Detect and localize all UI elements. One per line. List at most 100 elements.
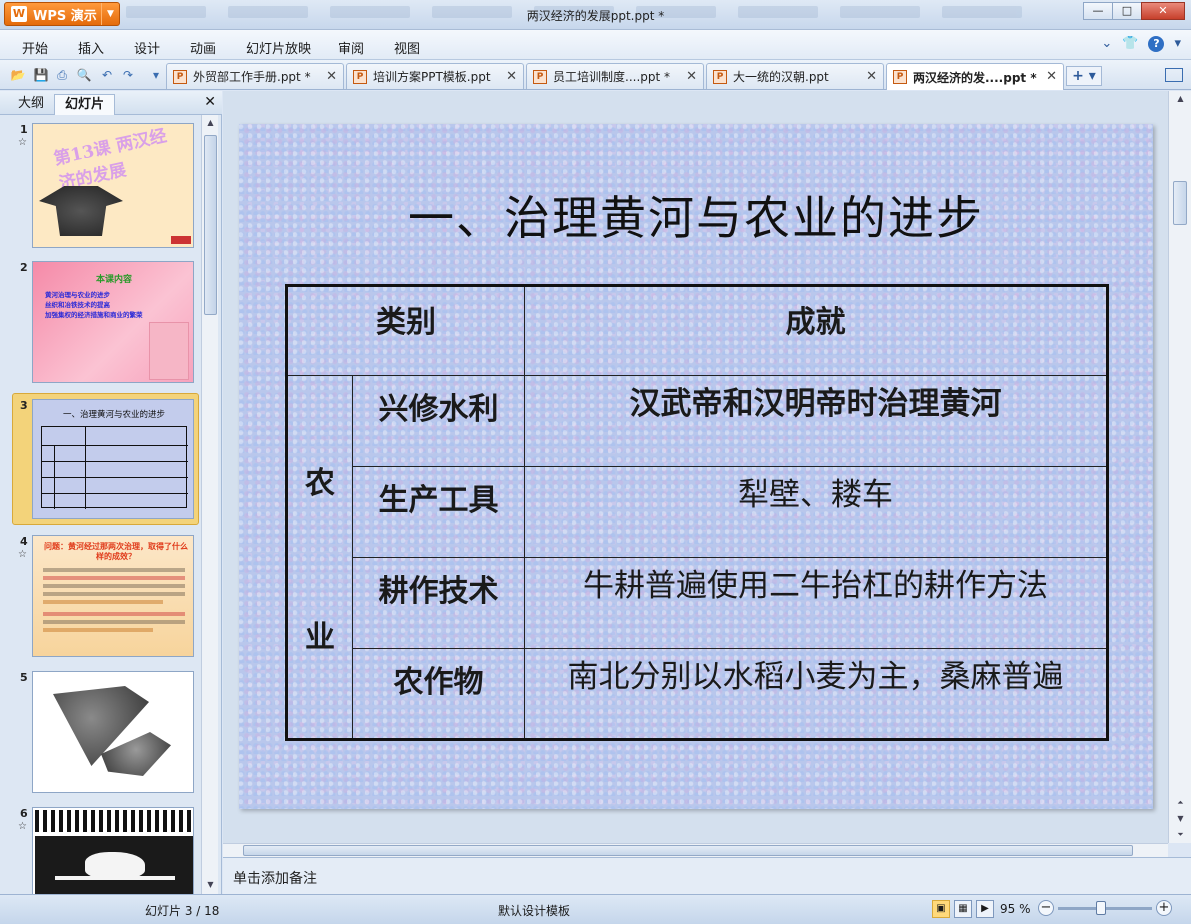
row-value[interactable]: 牛耕普遍使用二牛抬杠的耕作方法: [524, 557, 1108, 649]
slide-thumb-4[interactable]: 问题：黄河经过那两次治理，取得了什么样的成效？: [32, 535, 194, 657]
menu-design[interactable]: 设计: [134, 38, 160, 57]
close-panel-icon[interactable]: ✕: [204, 94, 216, 110]
category-agriculture[interactable]: 农 业: [286, 375, 353, 740]
new-tab-button[interactable]: + ▾: [1066, 66, 1102, 86]
title-bar: W WPS 演示 ▼ 两汉经济的发展ppt.ppt * — □ ✕: [0, 0, 1191, 30]
print-icon[interactable]: ⎙: [54, 67, 70, 83]
row-item[interactable]: 耕作技术: [352, 557, 525, 649]
close-tab-icon[interactable]: ✕: [866, 69, 877, 84]
close-button[interactable]: ✕: [1141, 2, 1185, 20]
row-item[interactable]: 生产工具: [352, 466, 525, 558]
header-category[interactable]: 类别: [286, 285, 525, 376]
slide-vertical-scrollbar[interactable]: ▲ ⏶ ▼ ⏷: [1168, 91, 1191, 843]
slide-thumb-3-selected[interactable]: 一、治理黄河与农业的进步: [32, 399, 194, 519]
thumb-number: 3: [20, 399, 28, 412]
doc-tab-4[interactable]: P 大一统的汉朝.ppt ✕: [706, 63, 884, 89]
close-tab-icon[interactable]: ✕: [686, 69, 697, 84]
slide-thumb-1[interactable]: 第13课 两汉经济的发展: [32, 123, 194, 248]
save-icon[interactable]: 💾: [33, 67, 49, 83]
slide-thumb-2[interactable]: 本课内容 黄河治理与农业的进步 丝织和冶铁技术的提高 加强集权的经济措施和商业的…: [32, 261, 194, 383]
row-item[interactable]: 兴修水利: [352, 375, 525, 467]
scroll-up-icon[interactable]: ▲: [202, 115, 219, 131]
doc-tab-label: 大一统的汉朝.ppt: [733, 70, 829, 84]
thumb-title: 一、治理黄河与农业的进步: [62, 410, 165, 420]
next-slide-icon[interactable]: ⏷: [1172, 827, 1189, 843]
row-value[interactable]: 南北分别以水稻小麦为主，桑麻普遍: [524, 648, 1108, 740]
thumb-number: 6: [20, 807, 28, 820]
design-template-name: 默认设计模板: [498, 904, 571, 918]
slide-editor: 一、治理黄河与农业的进步 类别 成就 农 业 兴修水利 汉武帝和汉明帝时治理黄河…: [223, 91, 1168, 843]
normal-view-icon[interactable]: ▣: [932, 900, 950, 918]
prev-slide-icon[interactable]: ⏶: [1172, 795, 1189, 811]
print-preview-icon[interactable]: 🔍: [76, 67, 92, 83]
menu-home[interactable]: 开始: [22, 38, 48, 57]
help-icon[interactable]: ?: [1148, 36, 1165, 52]
animation-star-icon: ☆: [18, 137, 27, 148]
open-folder-icon[interactable]: 📂: [10, 67, 26, 83]
zoom-slider-handle[interactable]: [1096, 901, 1106, 915]
tab-slides[interactable]: 幻灯片: [54, 94, 116, 115]
slideshow-view-icon[interactable]: ▶: [976, 900, 994, 918]
slide-horizontal-scrollbar[interactable]: [223, 843, 1168, 857]
redo-icon[interactable]: ↷: [120, 67, 136, 83]
thumb-bullets: 黄河治理与农业的进步 丝织和冶铁技术的提高 加强集权的经济措施和商业的繁荣: [45, 291, 143, 319]
slide-thumb-6[interactable]: [32, 807, 194, 894]
ppt-file-icon: P: [533, 69, 547, 84]
scroll-down-icon[interactable]: ▼: [202, 877, 219, 893]
scroll-thumb[interactable]: [1173, 181, 1187, 225]
doc-tab-1[interactable]: P 外贸部工作手册.ppt * ✕: [166, 63, 344, 89]
tab-outline[interactable]: 大纲: [8, 94, 54, 115]
thumb-title: 本课内容: [95, 275, 132, 285]
thumb-number: 4: [20, 535, 28, 548]
doc-tab-label: 外贸部工作手册.ppt *: [193, 70, 311, 84]
achievement-table[interactable]: 类别 成就 农 业 兴修水利 汉武帝和汉明帝时治理黄河 生产工具 犁壁、耧车 耕…: [285, 284, 1109, 741]
skin-icon[interactable]: 👕: [1122, 36, 1138, 52]
ppt-file-icon: P: [173, 69, 187, 84]
close-tab-icon[interactable]: ✕: [326, 69, 337, 84]
thumb-badge: [171, 236, 191, 244]
slide-thumb-5[interactable]: [32, 671, 194, 793]
row-item[interactable]: 农作物: [352, 648, 525, 740]
notes-pane[interactable]: 单击添加备注: [223, 857, 1191, 894]
row-value[interactable]: 汉武帝和汉明帝时治理黄河: [524, 375, 1108, 467]
customize-toolbar-icon[interactable]: ▾: [148, 67, 164, 83]
doc-tab-3[interactable]: P 员工培训制度....ppt * ✕: [526, 63, 704, 89]
scroll-up-icon[interactable]: ▲: [1172, 91, 1189, 107]
slide-sorter-icon[interactable]: ▦: [954, 900, 972, 918]
zoom-level: 95 %: [1000, 902, 1031, 916]
minimize-button[interactable]: —: [1083, 2, 1113, 20]
notes-placeholder[interactable]: 单击添加备注: [233, 868, 317, 888]
thumb-number: 1: [20, 123, 28, 136]
thumb-title: 问题：黄河经过那两次治理，取得了什么样的成效？: [44, 542, 188, 561]
thumbnail-scrollbar[interactable]: ▲ ▼: [201, 115, 218, 894]
doc-tab-2[interactable]: P 培训方案PPT模板.ppt ✕: [346, 63, 524, 89]
menu-slideshow[interactable]: 幻灯片放映: [246, 38, 311, 57]
maximize-button[interactable]: □: [1112, 2, 1142, 20]
close-tab-icon[interactable]: ✕: [1046, 69, 1057, 84]
menu-review[interactable]: 审阅: [338, 38, 364, 57]
rubbing-pattern: [35, 810, 193, 832]
quick-access-toolbar: 📂 💾 ⎙ 🔍 ↶ ↷ ▾ P 外贸部工作手册.ppt * ✕ P 培训方案PP…: [0, 60, 1191, 90]
slide-thumbnail-panel: 大纲 幻灯片 ✕ 1 ☆ 第13课 两汉经济的发展 2 本课内容 黄河治理与农业…: [0, 91, 222, 894]
scroll-down-icon[interactable]: ▼: [1172, 811, 1189, 827]
row-value[interactable]: 犁壁、耧车: [524, 466, 1108, 558]
status-bar: 幻灯片 3 / 18 默认设计模板 ▣ ▦ ▶ 95 % − +: [0, 894, 1191, 924]
undo-icon[interactable]: ↶: [99, 67, 115, 83]
header-achievement[interactable]: 成就: [524, 285, 1108, 376]
menu-insert[interactable]: 插入: [78, 38, 104, 57]
doc-tab-label: 两汉经济的发....ppt *: [913, 70, 1037, 85]
help-dropdown-icon[interactable]: ▾: [1174, 36, 1181, 52]
window-layout-icon[interactable]: [1165, 68, 1183, 82]
menu-animation[interactable]: 动画: [190, 38, 216, 57]
scroll-thumb[interactable]: [243, 845, 1133, 856]
collapse-ribbon-icon[interactable]: ⌄: [1101, 36, 1112, 52]
scroll-thumb[interactable]: [204, 135, 217, 315]
zoom-in-button[interactable]: +: [1156, 900, 1172, 916]
slide-title[interactable]: 一、治理黄河与农业的进步: [239, 182, 1153, 248]
zoom-out-button[interactable]: −: [1038, 900, 1054, 916]
menu-view[interactable]: 视图: [394, 38, 420, 57]
doc-tab-5-active[interactable]: P 两汉经济的发....ppt * ✕: [886, 63, 1064, 90]
current-slide[interactable]: 一、治理黄河与农业的进步 类别 成就 农 业 兴修水利 汉武帝和汉明帝时治理黄河…: [239, 124, 1153, 809]
close-tab-icon[interactable]: ✕: [506, 69, 517, 84]
window-title: 两汉经济的发展ppt.ppt *: [526, 9, 665, 23]
